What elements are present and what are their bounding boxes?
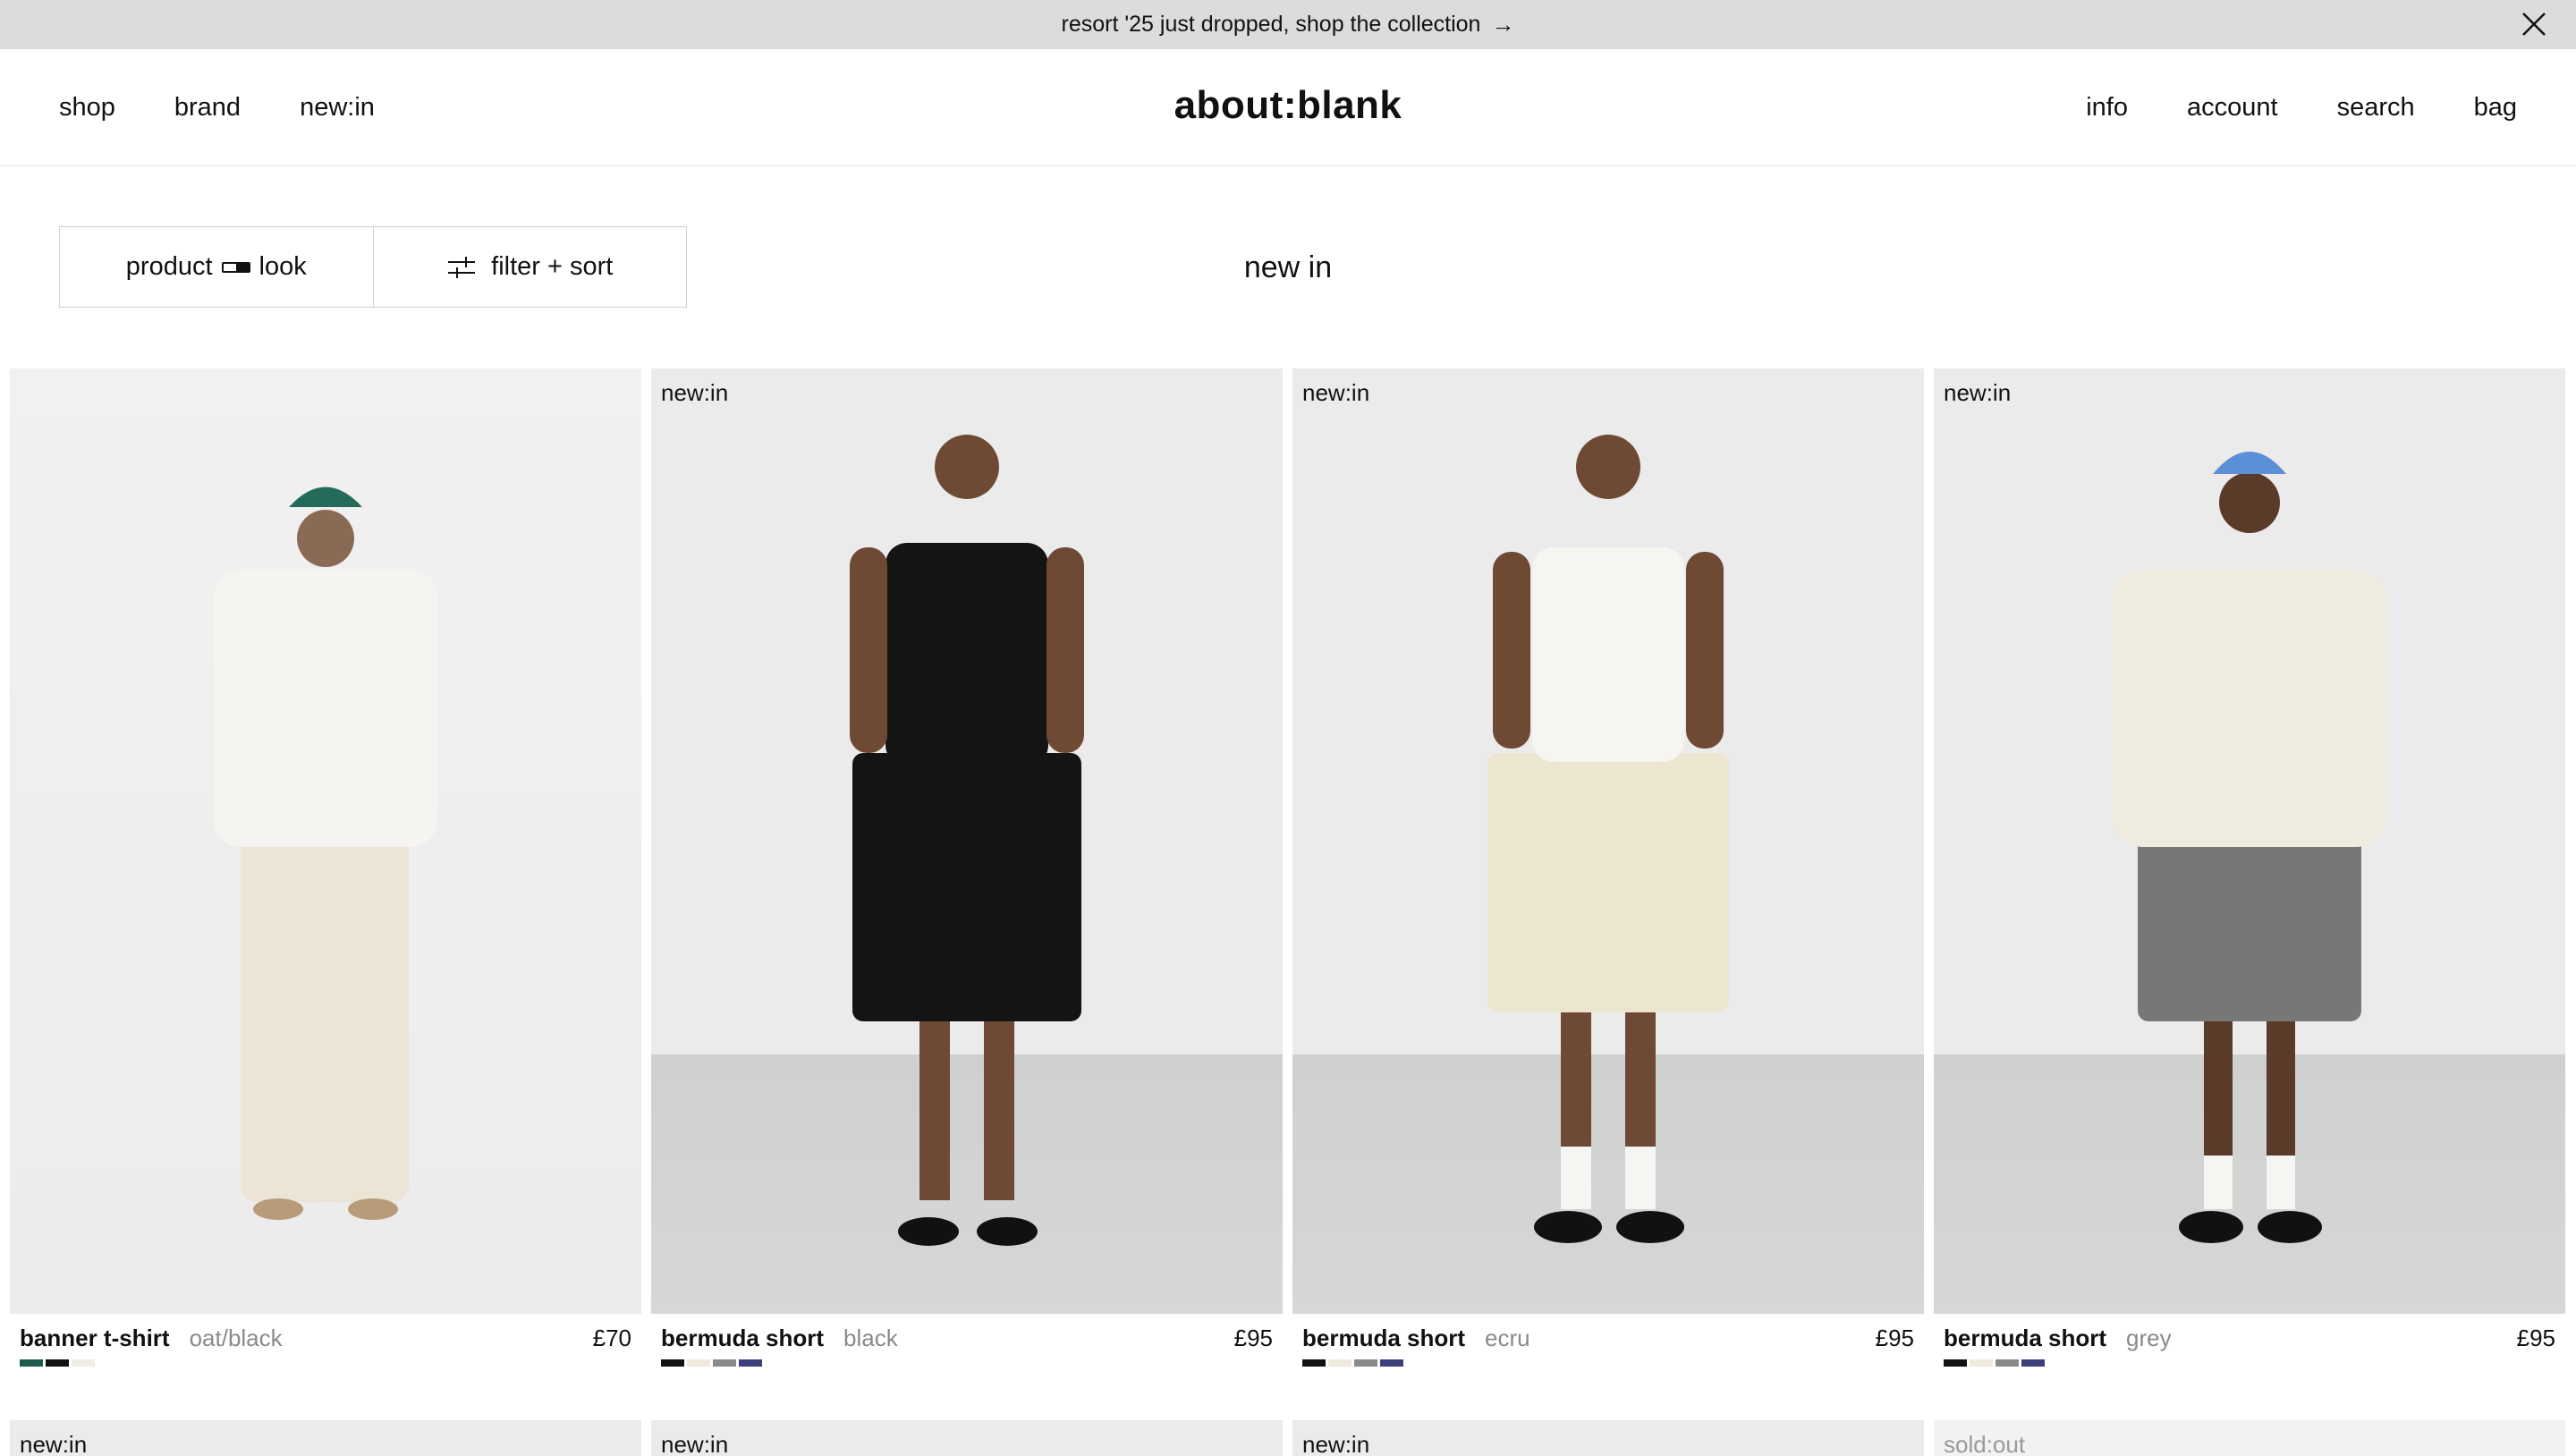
model-figure bbox=[2113, 452, 2386, 1243]
shorts-shape bbox=[852, 753, 1081, 1021]
swatch[interactable] bbox=[1354, 1359, 1377, 1367]
product-price: £95 bbox=[1875, 1325, 1914, 1351]
model-figure bbox=[214, 487, 437, 1220]
product-image[interactable]: new:in bbox=[10, 1420, 641, 1456]
product-card[interactable]: sold:out bbox=[1934, 1420, 2565, 1456]
product-image[interactable]: new:in bbox=[651, 368, 1283, 1314]
nav-account[interactable]: account bbox=[2187, 93, 2278, 123]
site-header: shop brand new:in about:blank info accou… bbox=[0, 49, 2576, 166]
color-swatches bbox=[1934, 1352, 2565, 1367]
page-title: new in bbox=[1243, 250, 1333, 284]
tshirt-shape bbox=[2113, 570, 2386, 847]
product-card[interactable]: new:in bermuda short grey £95 bbox=[1934, 368, 2565, 1367]
product-image[interactable]: new:in bbox=[1292, 368, 1924, 1314]
shorts-shape bbox=[2138, 834, 2361, 1021]
tank-shape bbox=[1532, 547, 1684, 762]
product-image[interactable] bbox=[10, 368, 641, 1314]
model-figure bbox=[1487, 435, 1729, 1243]
product-name[interactable]: bermuda short bbox=[1944, 1325, 2106, 1352]
announcement-text[interactable]: resort '25 just dropped, shop the collec… bbox=[1062, 12, 1481, 38]
swatch[interactable] bbox=[661, 1359, 684, 1367]
product-image[interactable]: new:in bbox=[651, 1420, 1283, 1456]
tshirt-shape bbox=[214, 570, 437, 847]
shorts-shape bbox=[1487, 753, 1729, 1012]
arrow-right-icon: → bbox=[1491, 11, 1515, 38]
new-in-badge: new:in bbox=[1944, 379, 2012, 406]
swatch[interactable] bbox=[1380, 1359, 1403, 1367]
cap-shape bbox=[289, 487, 362, 507]
color-swatches bbox=[1292, 1352, 1924, 1367]
product-image[interactable]: new:in bbox=[1934, 368, 2565, 1314]
nav-info[interactable]: info bbox=[2086, 93, 2128, 123]
product-card[interactable]: new:in bermuda short ecru £95 bbox=[1292, 368, 1924, 1367]
product-card[interactable]: new:in bbox=[10, 1420, 641, 1456]
product-color: ecru bbox=[1485, 1325, 1530, 1351]
swatch[interactable] bbox=[1970, 1359, 1993, 1367]
product-price: £70 bbox=[592, 1325, 631, 1351]
product-price: £95 bbox=[1233, 1325, 1273, 1351]
product-grid: banner t-shirt oat/black £70 new:in berm… bbox=[10, 368, 2566, 1456]
product-card[interactable]: new:in bermuda short black £95 bbox=[651, 368, 1283, 1367]
cap-shape bbox=[2213, 452, 2286, 474]
product-name[interactable]: bermuda short bbox=[1302, 1325, 1465, 1352]
product-card[interactable]: new:in bbox=[651, 1420, 1283, 1456]
swatch[interactable] bbox=[46, 1359, 69, 1367]
new-in-badge: new:in bbox=[1302, 379, 1370, 406]
utility-nav: info account search bag bbox=[2027, 49, 2517, 166]
product-name[interactable]: banner t-shirt bbox=[20, 1325, 170, 1352]
product-meta: banner t-shirt oat/black £70 bbox=[10, 1314, 641, 1352]
product-color: black bbox=[843, 1325, 898, 1351]
color-swatches bbox=[651, 1352, 1283, 1367]
swatch[interactable] bbox=[72, 1359, 95, 1367]
product-card[interactable]: new:in bbox=[1292, 1420, 1924, 1456]
product-image[interactable]: sold:out bbox=[1934, 1420, 2565, 1456]
swatch[interactable] bbox=[1328, 1359, 1352, 1367]
swatch[interactable] bbox=[20, 1359, 43, 1367]
tank-shape bbox=[886, 543, 1048, 766]
swatch[interactable] bbox=[713, 1359, 736, 1367]
product-card[interactable]: banner t-shirt oat/black £70 bbox=[10, 368, 641, 1367]
product-color: oat/black bbox=[189, 1325, 283, 1351]
announcement-bar[interactable]: resort '25 just dropped, shop the collec… bbox=[0, 0, 2576, 49]
color-swatches bbox=[10, 1352, 641, 1367]
product-image[interactable]: new:in bbox=[1292, 1420, 1924, 1456]
product-meta: bermuda short black £95 bbox=[651, 1314, 1283, 1352]
swatch[interactable] bbox=[2021, 1359, 2045, 1367]
swatch[interactable] bbox=[1996, 1359, 2019, 1367]
product-name[interactable]: bermuda short bbox=[661, 1325, 824, 1352]
product-price: £95 bbox=[2516, 1325, 2555, 1351]
swatch[interactable] bbox=[687, 1359, 710, 1367]
product-color: grey bbox=[2126, 1325, 2172, 1351]
nav-bag[interactable]: bag bbox=[2474, 93, 2517, 123]
nav-search[interactable]: search bbox=[2337, 93, 2415, 123]
trousers-shape bbox=[241, 834, 409, 1202]
swatch[interactable] bbox=[1944, 1359, 1967, 1367]
product-meta: bermuda short ecru £95 bbox=[1292, 1314, 1924, 1352]
model-figure bbox=[850, 435, 1084, 1246]
new-in-badge: new:in bbox=[661, 379, 729, 406]
product-meta: bermuda short grey £95 bbox=[1934, 1314, 2565, 1352]
swatch[interactable] bbox=[1302, 1359, 1326, 1367]
swatch[interactable] bbox=[739, 1359, 762, 1367]
close-icon[interactable] bbox=[2519, 9, 2549, 39]
